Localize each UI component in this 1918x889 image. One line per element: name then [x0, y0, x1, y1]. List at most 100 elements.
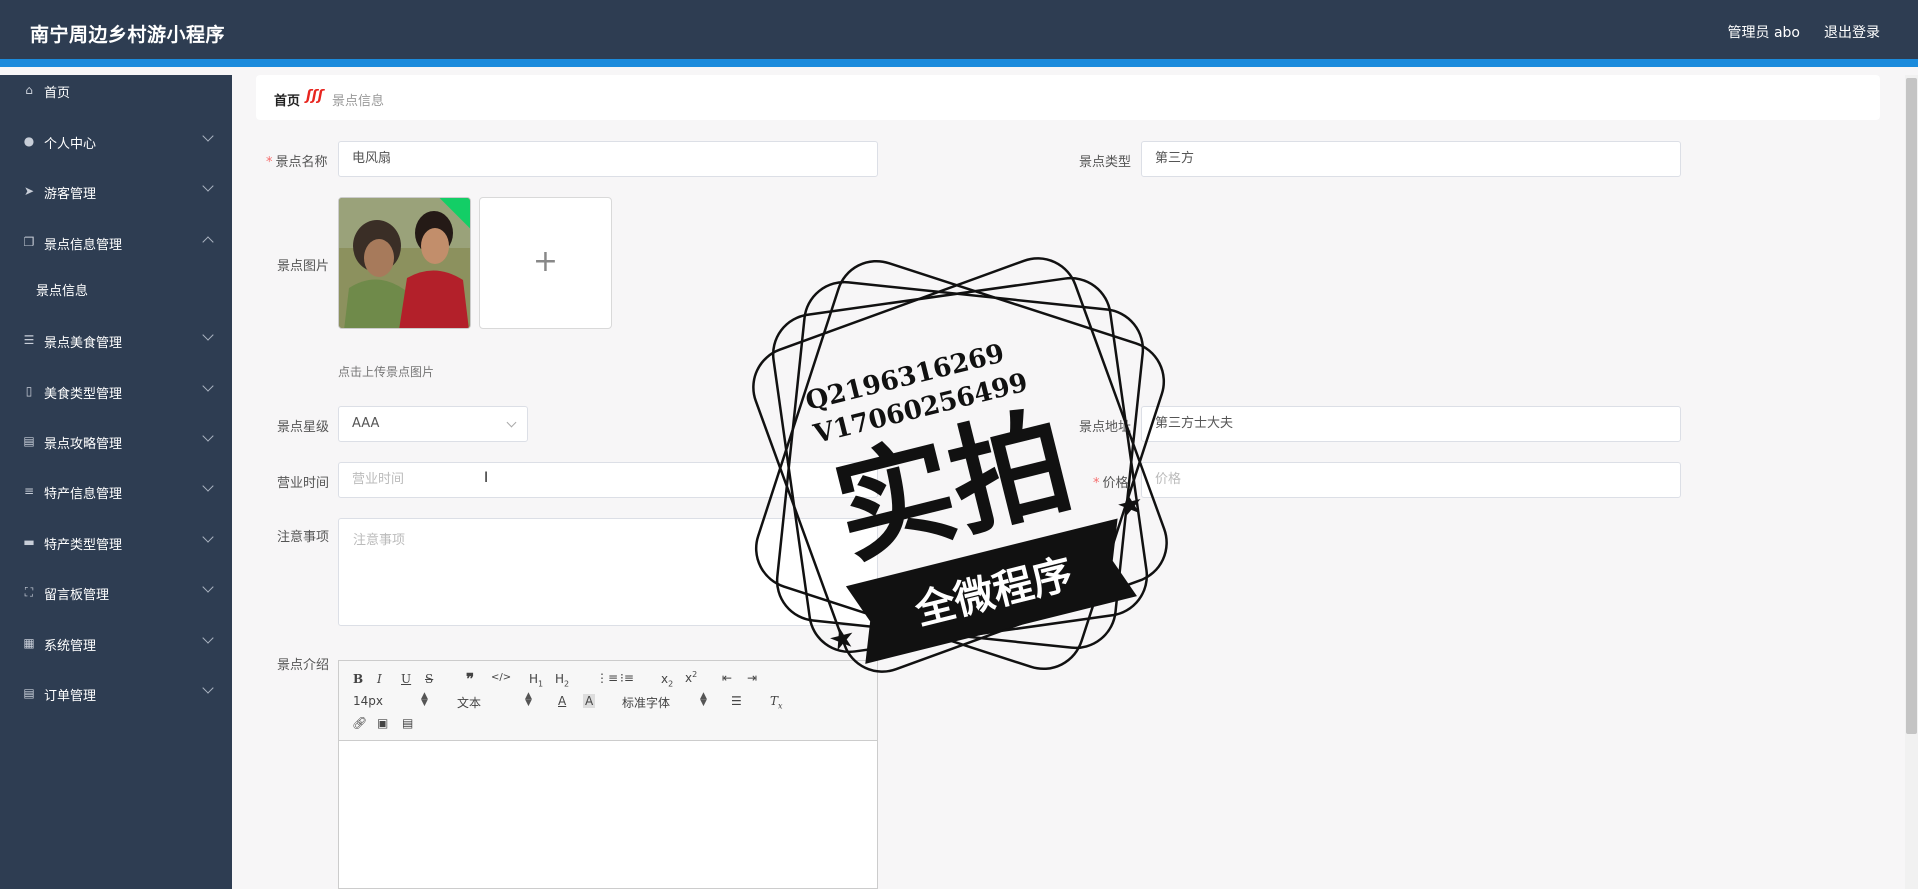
- breadcrumb-home[interactable]: 首页: [274, 90, 300, 109]
- chevron-down-icon: [202, 531, 214, 543]
- list-icon: ≡: [23, 484, 35, 498]
- font-family-select[interactable]: 标准字体 ▲ ▼: [622, 691, 712, 711]
- chevron-up-icon: [202, 236, 214, 248]
- sidebar-item-label: 景点美食管理: [44, 336, 123, 351]
- sidebar-item-label: 景点信息: [36, 284, 89, 299]
- clipboard-icon: ▤: [23, 686, 35, 700]
- notice-textarea[interactable]: 注意事项: [338, 518, 878, 626]
- scenic-name-label: * 景点名称: [266, 151, 328, 170]
- sidebar-item-guides[interactable]: ▤ 景点攻略管理: [0, 426, 232, 456]
- sidebar-item-profile[interactable]: ● 个人中心: [0, 126, 232, 156]
- ordered-list-button[interactable]: ⋮≡: [596, 671, 618, 685]
- required-mark: *: [266, 155, 273, 170]
- heading1-button[interactable]: H1: [529, 672, 543, 688]
- code-block-button[interactable]: </>: [491, 672, 511, 683]
- block-type-select[interactable]: 文本 ▲ ▼: [457, 691, 537, 711]
- sidebar-item-label: 订单管理: [44, 689, 97, 704]
- sidebar: ⌂ 首页 ● 个人中心 ➤ 游客管理 ❐ 景点信息管理 景点信息 ☰ 景点美食管…: [0, 75, 232, 889]
- grid-icon: ▦: [23, 636, 35, 650]
- breadcrumb-separator-icon: ʃʃʃ: [306, 88, 324, 104]
- chevron-down-icon: [202, 329, 214, 341]
- background-color-button[interactable]: A: [583, 694, 596, 708]
- required-mark: *: [1093, 476, 1100, 491]
- heading2-button[interactable]: H2: [555, 672, 569, 688]
- scenic-name-input[interactable]: 电风扇: [338, 141, 878, 177]
- outdent-button[interactable]: ⇤: [722, 671, 732, 685]
- italic-button[interactable]: I: [377, 672, 382, 686]
- sidebar-item-orders[interactable]: ▤ 订单管理: [0, 678, 232, 708]
- font-family-value: 标准字体: [622, 696, 671, 710]
- scrollbar-thumb[interactable]: [1906, 78, 1917, 734]
- chevron-down-icon: [506, 417, 517, 428]
- sidebar-item-messages[interactable]: ⛶ 留言板管理: [0, 577, 232, 607]
- logout-link[interactable]: 退出登录: [1824, 22, 1880, 42]
- sidebar-item-specialty[interactable]: ≡ 特产信息管理: [0, 476, 232, 506]
- sidebar-item-label: 游客管理: [44, 187, 97, 202]
- strike-button[interactable]: S: [425, 672, 433, 686]
- scenic-name-label-text: 景点名称: [275, 155, 328, 170]
- sidebar-item-label: 特产类型管理: [44, 538, 123, 553]
- updown-icon: ▲ ▼: [421, 691, 428, 708]
- uploaded-image-thumbnail[interactable]: ✓: [338, 197, 471, 329]
- sidebar-item-specialty-type[interactable]: ▬ 特产类型管理: [0, 527, 232, 557]
- updown-icon: ▲ ▼: [700, 691, 707, 708]
- sidebar-item-system[interactable]: ▦ 系统管理: [0, 628, 232, 658]
- home-icon: ⌂: [25, 83, 33, 97]
- bullet-list-button[interactable]: ⁝≡: [620, 671, 634, 685]
- indent-button[interactable]: ⇥: [747, 671, 757, 685]
- image-button[interactable]: ▣: [377, 716, 388, 730]
- admin-user-label: 管理员 abo: [1727, 25, 1800, 41]
- price-label: * 价格: [1093, 472, 1129, 491]
- updown-icon: ▲ ▼: [525, 691, 532, 708]
- breadcrumb: 首页 ʃʃʃ 景点信息: [256, 75, 1880, 120]
- plus-icon: +: [532, 244, 559, 279]
- font-size-select[interactable]: 14px ▲ ▼: [353, 691, 433, 709]
- upload-tip: 点击上传景点图片: [338, 365, 435, 379]
- send-icon: ➤: [23, 184, 35, 198]
- clipboard-icon: ▤: [23, 434, 35, 448]
- link-button[interactable]: 🔗︎: [352, 716, 367, 730]
- printer-icon: ▬: [23, 535, 35, 549]
- sidebar-item-food[interactable]: ☰ 景点美食管理: [0, 325, 232, 355]
- sidebar-item-label: 景点信息管理: [44, 238, 123, 253]
- chevron-down-icon: [202, 430, 214, 442]
- star-level-value: AAA: [352, 416, 380, 431]
- hours-input[interactable]: 营业时间: [338, 462, 878, 498]
- bold-button[interactable]: B: [353, 672, 363, 686]
- align-button[interactable]: ☰: [731, 694, 742, 708]
- price-input[interactable]: 价格: [1141, 462, 1681, 498]
- blockquote-button[interactable]: ❞: [466, 670, 474, 688]
- chevron-down-icon: [202, 581, 214, 593]
- sidebar-item-visitors[interactable]: ➤ 游客管理: [0, 176, 232, 206]
- mic-icon: ▯: [25, 384, 33, 398]
- watermark-line2: V17060256499: [810, 368, 1031, 450]
- font-size-value: 14px: [353, 694, 383, 708]
- sidebar-item-scenic-management[interactable]: ❐ 景点信息管理: [0, 227, 232, 257]
- star-level-select[interactable]: AAA: [338, 406, 528, 442]
- watermark-banner: 全微程序: [910, 551, 1077, 635]
- add-image-button[interactable]: +: [479, 197, 612, 329]
- copy-icon: ❐: [23, 235, 35, 249]
- scenic-type-input[interactable]: 第三方: [1141, 141, 1681, 177]
- photo-image: [339, 198, 470, 328]
- hours-label: 营业时间: [277, 476, 330, 491]
- chevron-down-icon: [202, 632, 214, 644]
- sidebar-item-home[interactable]: ⌂ 首页: [0, 75, 232, 105]
- sidebar-item-food-type[interactable]: ▯ 美食类型管理: [0, 376, 232, 406]
- scenic-image-label: 景点图片: [277, 259, 330, 274]
- address-input[interactable]: 第三方士大夫: [1141, 406, 1681, 442]
- video-button[interactable]: ▤: [402, 716, 413, 730]
- chevron-down-icon: [202, 480, 214, 492]
- sidebar-item-label: 留言板管理: [44, 588, 110, 603]
- chevron-down-icon: [202, 682, 214, 694]
- font-color-button[interactable]: A: [558, 694, 566, 708]
- subscript-button[interactable]: x2: [661, 672, 673, 688]
- star-level-label: 景点星级: [277, 420, 330, 435]
- sidebar-subitem-scenic-info[interactable]: 景点信息: [0, 273, 232, 303]
- block-type-value: 文本: [457, 696, 482, 710]
- superscript-button[interactable]: x2: [685, 670, 697, 685]
- underline-button[interactable]: U: [401, 672, 411, 686]
- app-title: 南宁周边乡村游小程序: [30, 24, 226, 46]
- clear-format-button[interactable]: Tx: [770, 694, 783, 710]
- sidebar-item-label: 系统管理: [44, 639, 97, 654]
